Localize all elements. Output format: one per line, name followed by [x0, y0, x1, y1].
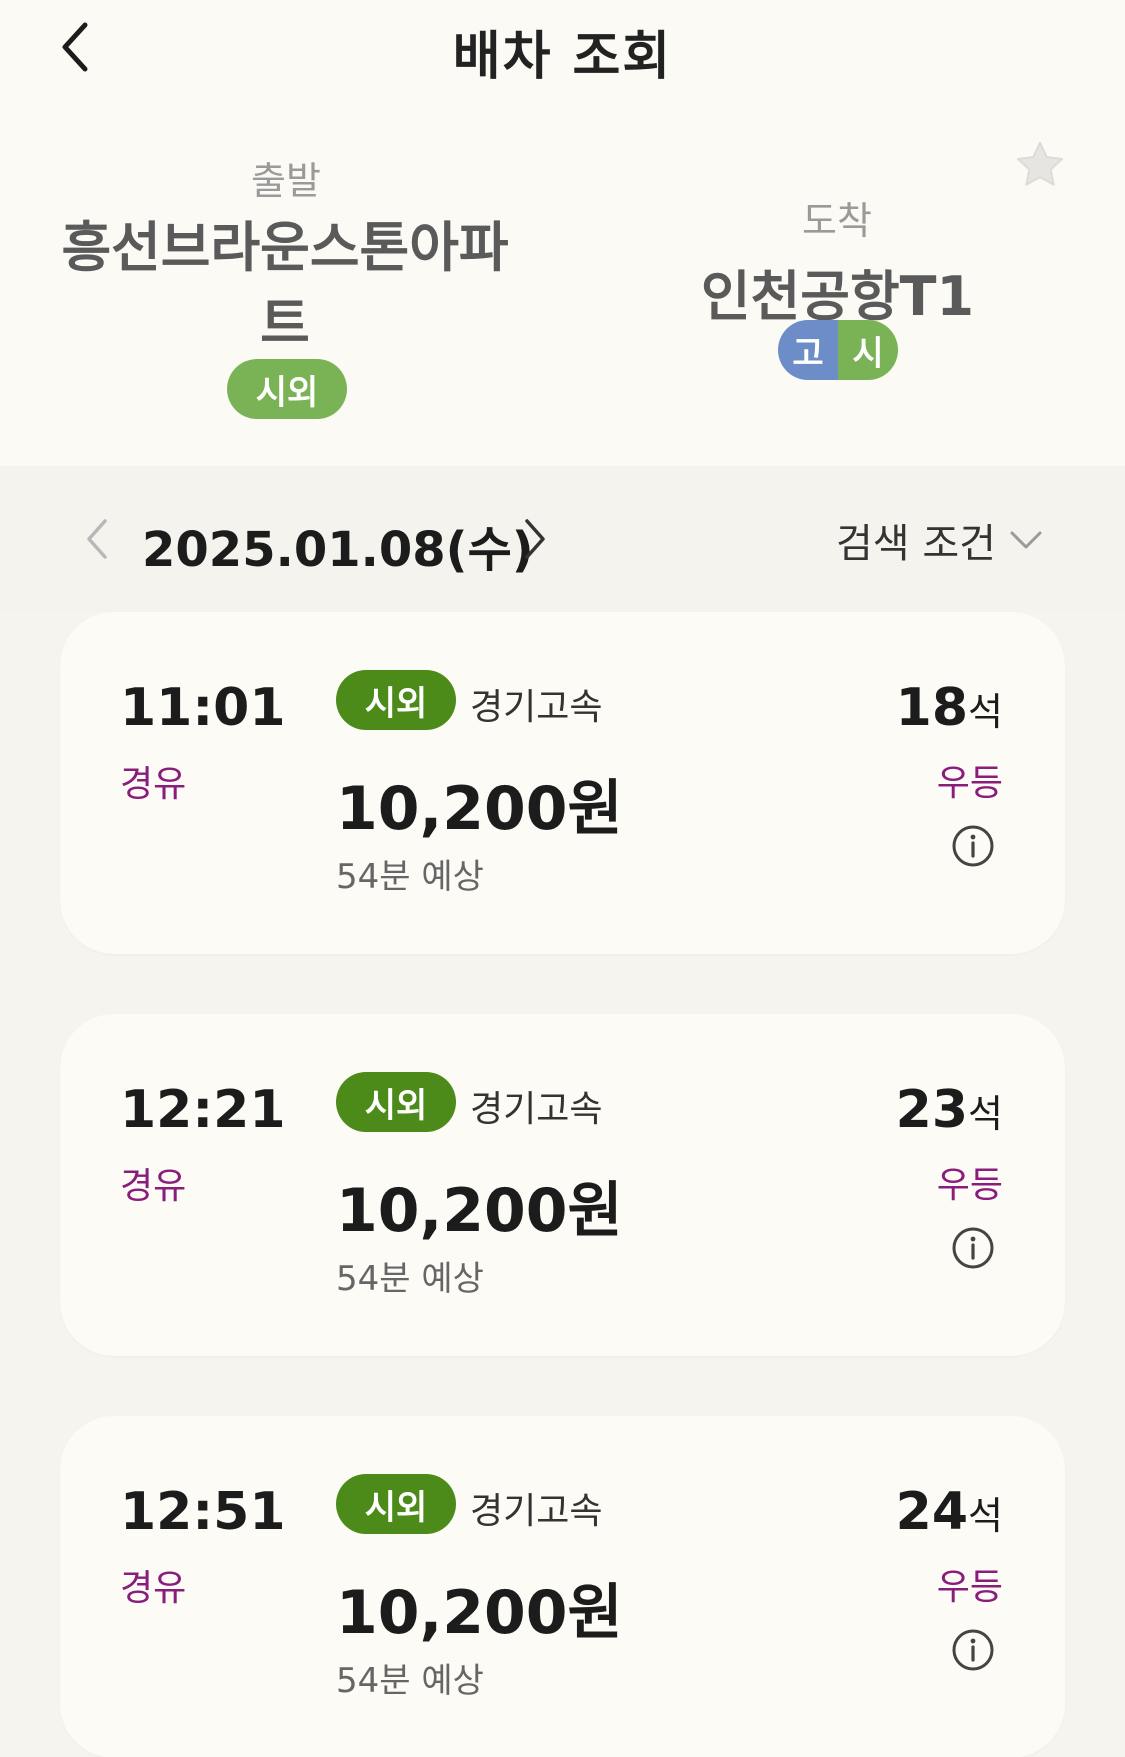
info-button[interactable] [949, 1626, 997, 1674]
seat-count: 18 [895, 678, 969, 738]
seat-unit: 석 [968, 690, 1003, 734]
bus-result-card[interactable]: 12:21 경유 시외 경기고속 10,200원 54분 예상 23석 우등 [60, 1014, 1065, 1356]
bus-type-badge: 시외 [336, 1474, 456, 1534]
fare-price: 10,200원 [336, 1176, 623, 1246]
chevron-right-icon [525, 519, 545, 559]
star-icon [1016, 141, 1064, 186]
departure-label: 출발 [251, 159, 321, 203]
bus-grade: 우등 [936, 1567, 1003, 1608]
express-badge-part: 고 [778, 320, 838, 380]
favorite-button[interactable] [1010, 135, 1070, 195]
date-bar: 2025.01.08(수) 검색 조건 [0, 466, 1125, 612]
info-icon [952, 825, 994, 867]
search-filter-button[interactable]: 검색 조건 [836, 510, 1044, 570]
seat-count: 24 [895, 1482, 969, 1542]
bus-company: 경기고속 [470, 1491, 603, 1532]
seat-unit: 석 [968, 1494, 1003, 1538]
filter-label: 검색 조건 [836, 521, 996, 567]
prev-date-button[interactable] [72, 514, 122, 564]
departure-time: 12:51 [120, 1482, 286, 1542]
bus-result-card[interactable]: 12:51 경유 시외 경기고속 10,200원 54분 예상 24석 우등 [60, 1416, 1065, 1757]
chevron-left-icon [87, 519, 107, 559]
bus-type-badge: 시외 [336, 1072, 456, 1132]
fare-price: 10,200원 [336, 1578, 623, 1648]
via-label: 경유 [120, 1568, 187, 1609]
seat-unit: 석 [968, 1092, 1003, 1136]
fare-price: 10,200원 [336, 774, 623, 844]
estimated-duration: 54분 예상 [336, 1259, 484, 1299]
header: 배차 조회 출발 흥선브라운스톤아파트 시외 도착 인천공항T1 고 시 [0, 0, 1125, 466]
remaining-seats: 18석 [896, 678, 1003, 738]
via-label: 경유 [120, 1166, 187, 1207]
info-icon [952, 1227, 994, 1269]
bus-company: 경기고속 [470, 687, 603, 728]
estimated-duration: 54분 예상 [336, 1661, 484, 1701]
page-title: 배차 조회 [452, 27, 673, 87]
bus-type-badge: 시외 [336, 670, 456, 730]
bus-result-card[interactable]: 11:01 경유 시외 경기고속 10,200원 54분 예상 18석 우등 [60, 612, 1065, 954]
estimated-duration: 54분 예상 [336, 857, 484, 897]
departure-time: 12:21 [120, 1080, 286, 1140]
remaining-seats: 23석 [896, 1080, 1003, 1140]
next-date-button[interactable] [510, 514, 560, 564]
departure-time: 11:01 [120, 678, 286, 738]
selected-date[interactable]: 2025.01.08(수) [142, 510, 534, 580]
bus-company: 경기고속 [470, 1089, 603, 1130]
via-label: 경유 [120, 764, 187, 805]
chevron-down-icon [1010, 531, 1042, 549]
bus-grade: 우등 [936, 1165, 1003, 1206]
arrival-type-badge: 고 시 [778, 320, 898, 380]
intercity-badge-part: 시 [838, 320, 898, 380]
info-button[interactable] [949, 1224, 997, 1272]
remaining-seats: 24석 [896, 1482, 1003, 1542]
departure-type-badge: 시외 [227, 359, 347, 419]
info-button[interactable] [949, 822, 997, 870]
info-icon [952, 1629, 994, 1671]
arrival-label: 도착 [802, 199, 872, 243]
departure-name[interactable]: 흥선브라운스톤아파트 [40, 210, 530, 362]
app-screen: 배차 조회 출발 흥선브라운스톤아파트 시외 도착 인천공항T1 고 시 202… [0, 0, 1125, 1757]
seat-count: 23 [895, 1080, 969, 1140]
bus-grade: 우등 [936, 763, 1003, 804]
